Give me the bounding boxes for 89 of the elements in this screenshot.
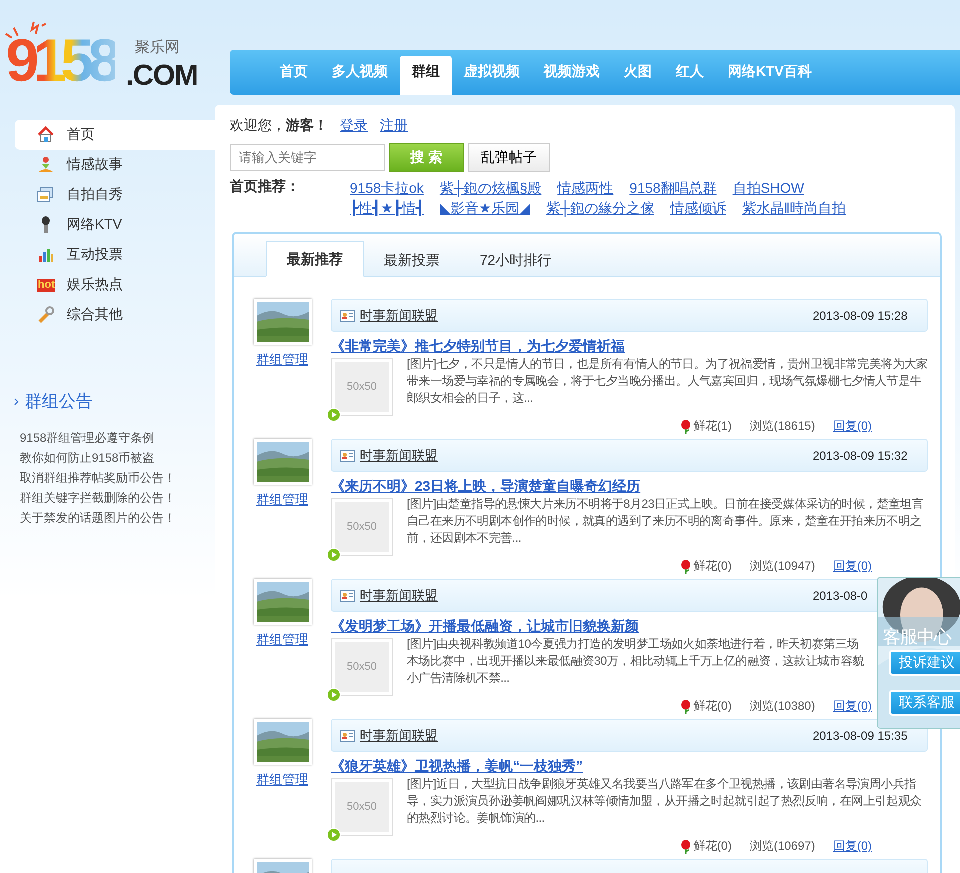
view-count: 浏览(18615)	[750, 418, 816, 435]
recommend-link[interactable]: 紫┼鉋の炫楓§殿	[440, 178, 542, 198]
group-admin-link[interactable]: 群组管理	[256, 491, 308, 509]
flower-icon	[681, 840, 692, 854]
notice-title: 群组公告	[25, 391, 93, 413]
group-link[interactable]: 时事新闻联盟	[360, 446, 438, 464]
sidebar-item[interactable]: 首页	[15, 120, 215, 150]
sidebar-item[interactable]: 互动投票	[15, 240, 215, 270]
menu-icon	[37, 126, 55, 144]
tab[interactable]: 最新投票	[364, 243, 460, 277]
sidebar-item[interactable]: hot 娱乐热点	[15, 270, 215, 300]
post-time: 2013-08-09 15:32	[813, 448, 909, 462]
flower-icon	[681, 700, 692, 714]
chevron-icon	[14, 398, 20, 406]
menu-icon	[37, 306, 55, 324]
group-admin-link[interactable]: 群组管理	[256, 631, 308, 649]
sidebar-item[interactable]: 自拍自秀	[15, 180, 215, 210]
id-card-icon	[340, 310, 355, 322]
reply-link[interactable]: 回复(0)	[833, 838, 872, 855]
post-title-link[interactable]: 《非常完美》推七夕特别节目，为七夕爱情祈福	[331, 338, 625, 356]
tab[interactable]: 72小时排行	[460, 243, 572, 277]
group-link[interactable]: 时事新闻联盟	[360, 306, 438, 324]
post-time: 2013-08-09 15:35	[813, 728, 909, 742]
recommend-link[interactable]: 9158卡拉ok	[350, 178, 424, 198]
recommend-link[interactable]: 紫水晶‖時尚自拍	[742, 198, 846, 218]
sidebar-item[interactable]: 情感故事	[15, 150, 215, 180]
hot-badge: hot	[37, 278, 55, 292]
notice-link[interactable]: 9158群组管理必遵守条例	[20, 428, 215, 448]
view-count: 浏览(10697)	[750, 838, 816, 855]
group-admin-link[interactable]: 群组管理	[256, 771, 308, 789]
sidebar-item[interactable]: 综合其他	[15, 300, 215, 330]
reply-link[interactable]: 回复(0)	[833, 418, 872, 435]
placeholder-text: 50x50	[347, 661, 377, 673]
placeholder-text: 50x50	[347, 521, 377, 533]
post-excerpt: [图片]由楚童指导的悬悚大片来历不明将于8月23日正式上映。日前在接受媒体采访的时候，楚童坦言 自己在来历不明剧本创作的时候，就真的遇到了来历不明的离奇事件。原来，楚童在开拍来历不明之 前，还因剧本不完善...	[407, 496, 924, 547]
placeholder-text: 50x50	[347, 381, 377, 393]
recommend-link[interactable]: ┣性┫★┣情┫	[350, 198, 424, 218]
tab[interactable]: 最新推荐	[266, 241, 364, 277]
view-count: 浏览(10380)	[750, 698, 816, 715]
recommend-link[interactable]: 情感两性	[558, 178, 614, 198]
post-title-link[interactable]: 《狼牙英雄》卫视热播，姜帆“一枝独秀”	[331, 758, 583, 776]
post-title-link[interactable]: 《来历不明》23日将上映，导演楚童自曝奇幻经历	[331, 478, 641, 496]
post-excerpt: [图片]七夕，不只是情人的节日，也是所有有情人的节日。为了祝福爱情，贵州卫视非常完美将为大家 带来一场爱与幸福的专属晚会，将于七夕当晚分播出。人气嘉宾回归，现场气氛爆棚七夕情人节是牛 郎织女相会的日子，这...	[407, 356, 928, 407]
welcome-text: 欢迎您，游客！	[230, 117, 328, 135]
nav-tab[interactable]: 群组	[400, 56, 452, 95]
recommend-link[interactable]: 紫┼鉋の緣分之傢	[546, 198, 654, 218]
reply-link[interactable]: 回复(0)	[833, 698, 872, 715]
post-excerpt: [图片]由央视科教频道10今夏强力打造的发明梦工场如火如荼地进行着，昨天初赛第三场 本场比赛中，出现开播以来最低融资30万，相比动辄上千万上亿的融资，这款让城市容貌 小广告清除机不禁...	[407, 636, 864, 687]
group-link[interactable]: 时事新闻联盟	[360, 586, 438, 604]
post-time: 2013-08-09 15:28	[813, 308, 909, 322]
id-card-icon	[340, 730, 355, 742]
search-field[interactable]: 请输入关键字	[230, 144, 385, 171]
flower-count: 鲜花(0)	[693, 838, 732, 855]
login-link[interactable]: 登录	[340, 117, 368, 135]
recommend-link[interactable]: 自拍SHOW	[732, 178, 804, 198]
flower-count: 鲜花(0)	[693, 698, 732, 715]
notice-link[interactable]: 取消群组推荐帖奖励币公告！	[20, 468, 215, 488]
notice-link[interactable]: 群组关键字拦截删除的公告！	[20, 488, 215, 508]
group-link[interactable]: 时事新闻联盟	[360, 726, 438, 744]
flower-count: 鲜花(0)	[693, 558, 732, 575]
play-icon[interactable]	[327, 828, 341, 842]
post-time: 2013-08-0	[813, 588, 869, 602]
play-icon[interactable]	[327, 548, 341, 562]
post-excerpt: [图片]近日，大型抗日战争剧狼牙英雄又名我要当八路军在多个卫视热播，该剧由著名导演周小兵指 导，实力派演员孙逊姜帆阎娜巩汉林等倾情加盟，从开播之时起就引起了热烈反响，在网上引起观众 的热烈讨论。姜帆饰演的...	[407, 776, 922, 827]
notice-link[interactable]: 关于禁发的话题图片的公告！	[20, 508, 215, 528]
menu-icon	[37, 186, 55, 204]
group-admin-link[interactable]: 群组管理	[256, 351, 308, 369]
recommend-link[interactable]: 情感倾诉	[670, 198, 726, 218]
recommend-label: 首页推荐：	[230, 178, 301, 196]
menu-icon	[37, 246, 55, 264]
placeholder-text: 50x50	[347, 801, 377, 813]
play-icon[interactable]	[327, 688, 341, 702]
recommend-link[interactable]: ◣影音★乐园◢	[440, 198, 530, 218]
post-title-link[interactable]: 《发明梦工场》开播最低融资，让城市旧貌换新颜	[331, 618, 639, 636]
notice-link[interactable]: 教你如何防止9158币被盗	[20, 448, 215, 468]
random-posts-button[interactable]: 乱弹帖子	[468, 143, 550, 172]
service-title: 客服中心	[883, 626, 951, 649]
id-card-icon	[340, 450, 355, 462]
flower-icon	[681, 420, 692, 434]
play-icon[interactable]	[327, 408, 341, 422]
recommend-link[interactable]: 9158翻唱总群	[630, 178, 717, 198]
menu-icon	[37, 156, 55, 174]
register-link[interactable]: 注册	[380, 117, 408, 135]
view-count: 浏览(10947)	[750, 558, 816, 575]
reply-link[interactable]: 回复(0)	[833, 558, 872, 575]
flower-icon	[681, 560, 692, 574]
id-card-icon	[340, 590, 355, 602]
flower-count: 鲜花(1)	[693, 418, 732, 435]
sidebar-item[interactable]: 网络KTV	[15, 210, 215, 240]
